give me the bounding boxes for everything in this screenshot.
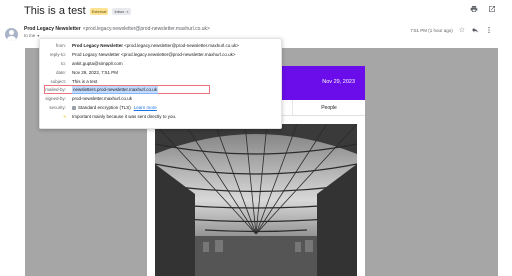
newsletter-nav-people[interactable]: People <box>293 100 365 115</box>
sender-name[interactable]: Prod Legacy Newsletter <box>24 26 81 32</box>
details-security-row: security: Standard encryption (TLS) Learn… <box>40 104 157 112</box>
print-icon[interactable] <box>470 5 478 13</box>
details-from-row: from: Prod Legacy Newsletter <prod.legac… <box>40 42 239 50</box>
recipient-row[interactable]: to me ▾ <box>24 33 39 38</box>
security-label: security: <box>49 105 66 110</box>
date-label: date: <box>55 70 66 75</box>
signed-by-value: prod-newsletter.maxhurl.co.uk <box>72 96 133 101</box>
details-importance-row: » Important mainly because it was sent d… <box>40 113 176 121</box>
star-icon[interactable]: ☆ <box>459 26 465 34</box>
learn-more-link[interactable]: Learn more <box>134 105 157 110</box>
signed-by-label: signed-by: <box>45 96 66 101</box>
details-reply-to-row: reply-to: Prod Legacy Newsletter <prod.l… <box>40 51 236 59</box>
lock-icon <box>72 105 76 110</box>
sender-avatar <box>5 28 18 41</box>
message-time: 7:51 PM (1 hour ago) <box>410 27 453 33</box>
details-mailed-by-row: mailed-by: newsletters.prod-newsletter.m… <box>40 86 159 94</box>
details-date-row: date: Nov 29, 2023, 7:51 PM <box>40 69 118 77</box>
inbox-label[interactable]: Inbox × <box>112 7 131 15</box>
external-badge: External <box>89 7 109 15</box>
reply-to-value: Prod Legacy Newsletter <prod.legacy.news… <box>72 52 236 57</box>
top-toolbar <box>470 5 496 13</box>
remove-label-icon[interactable]: × <box>126 8 128 15</box>
email-subject: This is a test <box>24 5 86 17</box>
sender-row: Prod Legacy Newsletter <prod.legacy.news… <box>24 26 210 32</box>
message-meta: 7:51 PM (1 hour ago) ☆ <box>410 26 493 34</box>
details-signed-by-row: signed-by: prod-newsletter.maxhurl.co.uk <box>40 95 132 103</box>
inbox-label-text: Inbox <box>114 8 125 14</box>
email-view: This is a test External Inbox × Prod Leg… <box>0 0 512 276</box>
station-photo <box>155 124 357 276</box>
to-label: to me <box>24 33 36 38</box>
importance-icon: » <box>63 114 66 120</box>
message-details-popup: from: Prod Legacy Newsletter <prod.legac… <box>39 38 282 129</box>
from-email: <prod.legacy.newsletter@prod-newsletter.… <box>124 43 239 48</box>
reply-to-label: reply-to: <box>49 52 66 57</box>
subject-row: This is a test External Inbox × <box>24 4 131 18</box>
security-value: Standard encryption (TLS) Learn more <box>72 104 157 112</box>
mailed-by-value: newsletters.prod-newsletter.maxhurl.co.u… <box>72 86 159 94</box>
details-to-row: to: ankit.gupta@simpplr.com <box>40 60 123 68</box>
from-value: Prod Legacy Newsletter <prod.legacy.news… <box>72 42 239 50</box>
to-value: ankit.gupta@simpplr.com <box>72 61 123 66</box>
date-value: Nov 29, 2023, 7:51 PM <box>72 70 119 75</box>
sender-email: <prod.legacy.newsletter@prod-newsletter.… <box>82 26 210 32</box>
mailed-by-label: mailed-by: <box>45 87 66 92</box>
from-name: Prod Legacy Newsletter <box>72 43 124 48</box>
importance-marker: » <box>40 113 72 121</box>
open-new-window-icon[interactable] <box>488 5 496 13</box>
newsletter-date: Nov 29, 2023 <box>322 79 355 85</box>
importance-text: Important mainly because it was sent dir… <box>72 114 177 119</box>
more-vertical-icon[interactable] <box>485 26 493 34</box>
to-field-label: to: <box>60 61 66 66</box>
security-text: Standard encryption (TLS) <box>78 105 131 110</box>
show-details-icon[interactable]: ▾ <box>37 33 39 38</box>
from-label: from: <box>55 43 66 48</box>
reply-icon[interactable] <box>471 26 479 34</box>
